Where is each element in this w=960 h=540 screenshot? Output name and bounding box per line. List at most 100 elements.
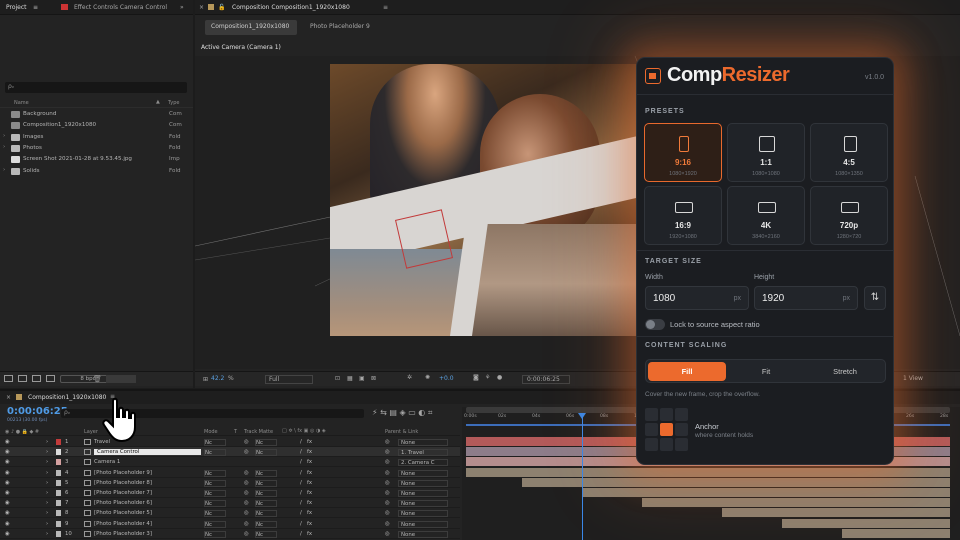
expand-arrow-icon[interactable]: › — [46, 490, 48, 496]
visibility-eye-icon[interactable]: ◉ — [5, 439, 10, 445]
timeline-timecode[interactable]: 0:00:06:25 — [7, 406, 68, 417]
parent-select[interactable]: None — [398, 510, 448, 518]
type-column-header[interactable]: Type — [168, 100, 179, 106]
preset-720p-button[interactable]: 720p 1280×720 — [810, 186, 888, 245]
viewer-timecode[interactable]: 0:00:06:25 — [522, 375, 570, 384]
visibility-eye-icon[interactable]: ◉ — [5, 531, 10, 537]
track-matte-select[interactable]: Nc — [255, 469, 277, 477]
track-matte-select[interactable]: Nc — [255, 500, 277, 508]
track-matte-select[interactable]: Nc — [255, 449, 277, 457]
layer-duration-bar[interactable] — [842, 528, 950, 538]
visibility-eye-icon[interactable]: ◉ — [5, 521, 10, 527]
region-icon[interactable]: ⊡ — [335, 375, 340, 382]
blend-mode-select[interactable]: Nc — [204, 449, 226, 457]
blend-mode-select[interactable]: Nc — [204, 469, 226, 477]
visibility-eye-icon[interactable]: ◉ — [5, 500, 10, 506]
new-folder-icon[interactable] — [18, 375, 27, 382]
parent-select[interactable]: None — [398, 469, 448, 477]
channel-icon[interactable]: ● — [497, 374, 502, 381]
expand-arrow-icon[interactable]: › — [3, 167, 5, 173]
effect-controls-tab[interactable]: Effect Controls Camera Control — [74, 4, 167, 11]
mask-visibility-icon[interactable]: ▣ — [359, 375, 365, 382]
layer-name[interactable]: [Photo Placeholder 7] — [94, 490, 152, 496]
project-search-input[interactable]: ρᵥ — [5, 82, 187, 93]
parent-select[interactable]: None — [398, 490, 448, 497]
track-matte-link-icon[interactable]: ◎ — [244, 531, 249, 537]
layer-switches[interactable]: / fx — [300, 521, 312, 527]
layer-name-header[interactable]: Layer — [84, 429, 98, 435]
label-color-swatch[interactable] — [56, 459, 61, 466]
track-matte-link-icon[interactable]: ◎ — [244, 470, 249, 476]
trash-icon[interactable]: 🗑 — [93, 375, 102, 383]
visibility-eye-icon[interactable]: ◉ — [5, 510, 10, 516]
track-matte-select[interactable]: Nc — [255, 479, 277, 487]
layer-duration-bar[interactable] — [522, 477, 950, 487]
pickwhip-icon[interactable]: ◎ — [385, 531, 390, 537]
label-color-swatch[interactable] — [56, 500, 61, 507]
magnification-icon[interactable]: ⊞ — [203, 376, 208, 383]
track-matte-link-icon[interactable]: ◎ — [244, 439, 249, 445]
parent-select[interactable]: 1. Travel — [398, 449, 448, 457]
layer-switches[interactable]: / fx — [300, 490, 312, 496]
project-item[interactable]: Background Com — [0, 109, 193, 120]
snapshot-icon[interactable]: ◙ — [473, 374, 479, 381]
project-tab[interactable]: Project — [6, 4, 27, 11]
project-item[interactable]: › Solids Fold — [0, 166, 193, 177]
track-matte-link-icon[interactable]: ◎ — [244, 480, 249, 486]
layer-name[interactable]: [Photo Placeholder 8] — [94, 480, 152, 486]
layer-switches[interactable]: / fx — [300, 500, 312, 506]
pickwhip-icon[interactable]: ◎ — [385, 490, 390, 496]
scaling-fit-button[interactable]: Fit — [727, 362, 805, 381]
track-matte-link-icon[interactable]: ◎ — [244, 521, 249, 527]
viewer-menu-icon[interactable]: ≡ — [383, 4, 388, 11]
resolution-select[interactable]: Full — [265, 375, 313, 384]
parent-select[interactable]: None — [398, 520, 448, 528]
pickwhip-icon[interactable]: ◎ — [385, 500, 390, 506]
show-snapshot-icon[interactable]: ⚘ — [485, 374, 490, 381]
width-field[interactable]: 1080 px — [645, 286, 749, 310]
anchor-cell[interactable] — [675, 438, 688, 451]
anchor-cell[interactable] — [660, 438, 673, 451]
layer-duration-bar[interactable] — [466, 467, 950, 477]
layer-name[interactable]: Camera 1 — [94, 459, 120, 465]
layer-switches[interactable]: / fx — [300, 449, 312, 455]
expand-arrow-icon[interactable]: › — [3, 133, 5, 139]
layer-duration-bar[interactable] — [642, 498, 950, 508]
layer-row[interactable]: ◉ › 5 [Photo Placeholder 8] Nc ◎ Nc / fx ◎ None — [0, 478, 460, 488]
visibility-eye-icon[interactable]: ◉ — [5, 470, 10, 476]
transparency-grid-icon[interactable]: ▦ — [347, 375, 353, 382]
expand-arrow-icon[interactable]: › — [46, 500, 48, 506]
layer-switches[interactable]: / fx — [300, 480, 312, 486]
layer-row[interactable]: ◉ › 1 Travel Nc ◎ Nc / fx ◎ None — [0, 437, 460, 447]
name-column-header[interactable]: Name — [14, 100, 29, 106]
expand-arrow-icon[interactable]: › — [46, 531, 48, 537]
visibility-eye-icon[interactable]: ◉ — [5, 480, 10, 486]
anchor-cell[interactable] — [660, 408, 673, 421]
close-timeline-icon[interactable]: × — [6, 394, 11, 401]
label-color-swatch[interactable] — [56, 490, 61, 496]
sort-up-icon[interactable]: ▲ — [156, 99, 160, 105]
expand-arrow-icon[interactable]: › — [46, 449, 48, 455]
track-matte-link-icon[interactable]: ◎ — [244, 500, 249, 506]
label-color-swatch[interactable] — [56, 530, 61, 537]
pickwhip-icon[interactable]: ◎ — [385, 459, 390, 465]
project-settings-icon[interactable] — [46, 375, 55, 382]
preset-1-1-button[interactable]: 1:1 1080×1080 — [727, 123, 805, 182]
blend-mode-select[interactable]: Nc — [204, 520, 226, 528]
parent-select[interactable]: None — [398, 500, 448, 508]
view-layout-select[interactable]: 1 View — [903, 375, 923, 382]
visibility-eye-icon[interactable]: ◉ — [5, 459, 10, 465]
track-matte-link-icon[interactable]: ◎ — [244, 490, 249, 496]
layer-switches[interactable]: / fx — [300, 470, 312, 476]
swap-dimensions-button[interactable]: ⇅ — [864, 286, 886, 310]
preset-4k-button[interactable]: 4K 3840×2160 — [727, 186, 805, 245]
track-matte-link-icon[interactable]: ◎ — [244, 510, 249, 516]
parent-select[interactable]: 2. Camera C — [398, 459, 448, 467]
preset-16-9-button[interactable]: 16:9 1920×1080 — [644, 186, 722, 245]
label-color-swatch[interactable] — [56, 439, 61, 445]
close-tab-icon[interactable]: × — [199, 4, 204, 11]
preset-4-5-button[interactable]: 4:5 1080×1350 — [810, 123, 888, 182]
layer-name[interactable]: [Photo Placeholder 6] — [94, 500, 152, 506]
grid-icon[interactable]: ⊠ — [371, 375, 376, 382]
layer-row[interactable]: ◉ › 7 [Photo Placeholder 6] Nc ◎ Nc / fx ◎ None — [0, 498, 460, 509]
